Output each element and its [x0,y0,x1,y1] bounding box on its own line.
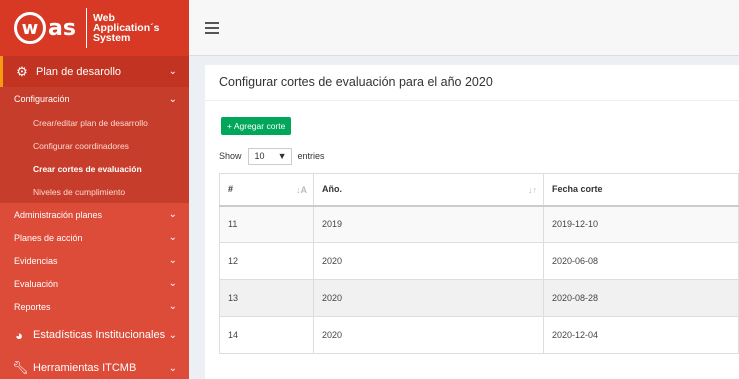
logo-icon: w [14,12,46,44]
sort-icon: ↓↑ [528,185,537,195]
cell-fecha-corte: 2020-06-08 [543,242,739,280]
cell-number: 11 [219,205,314,243]
content-box: Configurar cortes de evaluación para el … [205,65,739,379]
brand-divider [85,8,87,48]
sidebar-item-label: Evaluación [14,278,59,289]
column-header-fecha-corte[interactable]: Fecha corte [543,173,739,207]
chevron-down-icon: ⌄ [168,329,177,341]
submenu-plan-desarrollo: Configuración ⌄ Crear/editar plan de des… [0,87,189,203]
cell-number: 12 [219,242,314,280]
sidebar-item-label: Planes de acción [14,232,83,243]
cell-ano: 2019 [313,205,544,243]
cell-number: 14 [219,316,314,354]
column-header-label: Fecha corte [552,184,603,195]
chevron-down-icon: ⌄ [168,301,177,312]
sidebar-item-administracion-planes[interactable]: Administración planes ⌄ [0,203,189,226]
chevron-down-icon: ⌄ [168,255,177,266]
sidebar-item-label: Reportes [14,301,51,312]
table-header-row: # ↓A Año. ↓↑ Fecha corte [219,173,739,207]
sidebar-item-configuracion[interactable]: Configuración ⌄ [0,87,189,111]
sidebar-item-evidencias[interactable]: Evidencias ⌄ [0,249,189,272]
cell-ano: 2020 [313,279,544,317]
wrench-icon: 🔧︎ [12,360,29,375]
menu-toggle-icon[interactable] [205,22,219,34]
sidebar-item-reportes[interactable]: Reportes ⌄ [0,295,189,318]
sidebar-item-planes-accion[interactable]: Planes de acción ⌄ [0,226,189,249]
chevron-down-icon: ⌄ [168,232,177,243]
cell-fecha-corte: 2020-08-28 [543,279,739,317]
cell-fecha-corte: 2019-12-10 [543,205,739,243]
cell-ano: 2020 [313,242,544,280]
column-header-number[interactable]: # ↓A [219,173,314,207]
sort-asc-icon: ↓A [296,185,307,195]
sidebar-item-label: Configuración [14,94,70,104]
table-row[interactable]: 13 2020 2020-08-28 [219,279,739,317]
chevron-down-icon: ⌄ [168,209,177,220]
sidebar-item-plan-desarrollo[interactable]: ⚙ Plan de desarollo ⌄ [0,56,189,87]
cell-fecha-corte: 2020-12-04 [543,316,739,354]
caret-down-icon: ▼ [277,151,287,161]
sidebar-item-configurar-coordinadores[interactable]: Configurar coordinadores [0,134,189,157]
sidebar-item-crear-editar-plan[interactable]: Crear/editar plan de desarrollo [0,111,189,134]
logo-text: as [48,15,76,41]
chevron-down-icon: ⌄ [168,362,177,374]
table-row[interactable]: 14 2020 2020-12-04 [219,316,739,354]
sidebar-item-label: Herramientas ITCMB [33,362,137,374]
pie-chart-icon: ◕ [15,327,23,343]
table-row[interactable]: 12 2020 2020-06-08 [219,242,739,280]
brand-logo[interactable]: w as Web Application´s System [0,0,189,56]
entries-select[interactable]: 10 ▼ [247,147,292,165]
show-label: Show [219,151,242,161]
column-header-label: Año. [322,184,342,195]
column-header-ano[interactable]: Año. ↓↑ [313,173,544,207]
cortes-table: # ↓A Año. ↓↑ Fecha corte 11 2019 2019-12… [219,173,739,354]
cell-ano: 2020 [313,316,544,354]
chevron-down-icon: ⌄ [168,66,177,77]
chevron-down-icon: ⌄ [168,278,177,289]
gears-icon: ⚙ [16,63,28,79]
page-title: Configurar cortes de evaluación para el … [205,65,739,101]
sidebar-item-label: Administración planes [14,209,103,220]
chevron-down-icon: ⌄ [168,93,177,105]
table-row[interactable]: 11 2019 2019-12-10 [219,205,739,243]
brand-line-3: System [92,32,131,44]
sidebar-item-label: Evidencias [14,255,58,266]
sidebar-item-label: Plan de desarollo [36,65,122,78]
column-header-label: # [228,184,234,195]
sidebar-item-estadisticas[interactable]: ◕ Estadísticas Institucionales ⌄ [0,318,189,352]
sidebar-item-crear-cortes[interactable]: Crear cortes de evaluación [0,157,189,180]
cell-number: 13 [219,279,314,317]
entries-length-control: Show 10 ▼ entries [219,147,325,165]
brand-name: Web Application´s System [92,13,160,44]
top-navbar [189,0,739,56]
add-corte-button[interactable]: + Agregar corte [221,117,292,135]
sidebar-item-herramientas[interactable]: 🔧︎ Herramientas ITCMB ⌄ [0,352,189,379]
sidebar-item-label: Estadísticas Institucionales [33,329,166,341]
sidebar: w as Web Application´s System ⚙ Plan de … [0,0,189,379]
entries-label: entries [297,151,325,161]
sidebar-item-niveles-cumplimiento[interactable]: Niveles de cumplimiento [0,180,189,203]
sidebar-item-evaluacion[interactable]: Evaluación ⌄ [0,272,189,295]
entries-select-value: 10 [254,151,265,161]
